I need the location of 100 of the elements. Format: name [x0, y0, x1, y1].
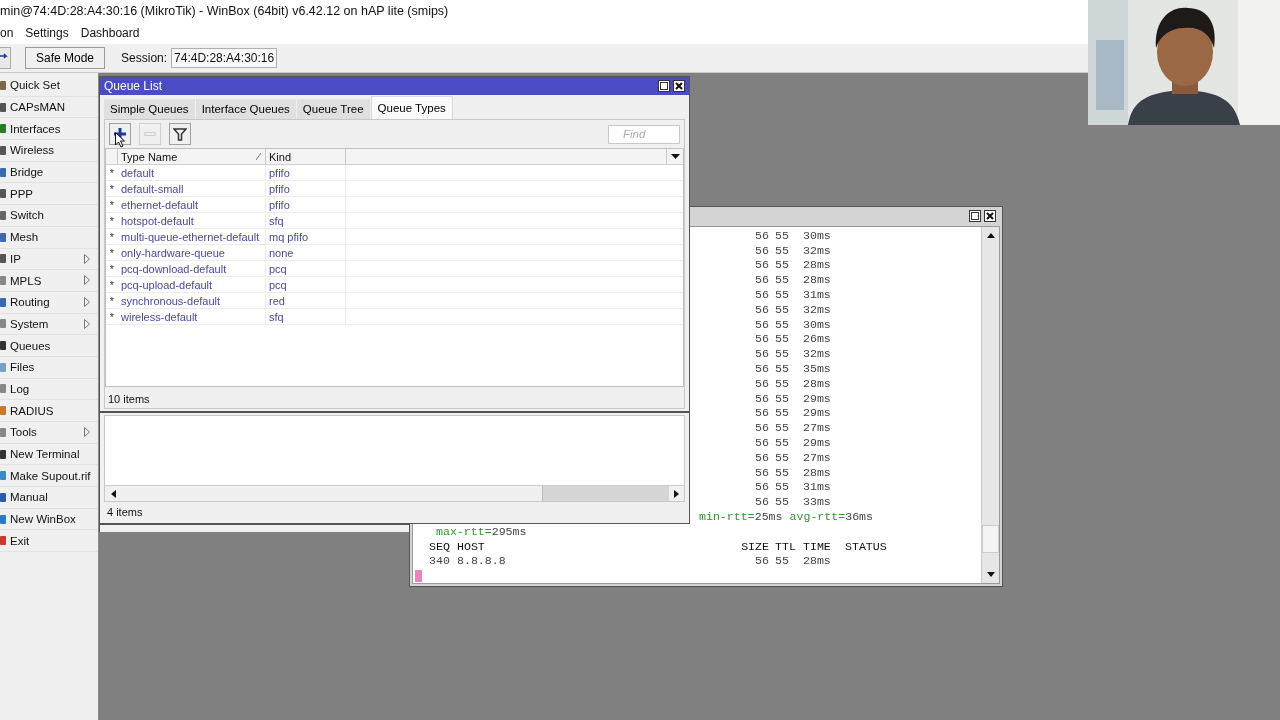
item-icon: [0, 513, 7, 525]
sidebar-item[interactable]: Interfaces: [0, 118, 98, 141]
maximize-button[interactable]: [969, 209, 981, 222]
find-field[interactable]: Find: [608, 124, 680, 144]
item-icon: [0, 209, 7, 221]
close-button[interactable]: [673, 80, 685, 92]
tab[interactable]: Interface Queues: [195, 99, 296, 119]
flag-label: *: [108, 293, 116, 308]
sidebar-item[interactable]: Switch: [0, 205, 98, 227]
sidebar-item[interactable]: Files: [0, 356, 98, 379]
horizontal-scrollbar[interactable]: [105, 485, 684, 501]
window-title: Queue List: [104, 79, 164, 93]
table-cell: mq pfifo: [266, 229, 346, 244]
sidebar-item[interactable]: PPP: [0, 183, 98, 206]
sidebar-item[interactable]: IP: [0, 248, 98, 271]
menu-item[interactable]: on: [0, 26, 14, 40]
scroll-thumb[interactable]: [542, 486, 669, 501]
sidebar-item[interactable]: Bridge: [0, 161, 98, 184]
item-icon: [0, 123, 7, 135]
item-icon: [0, 101, 7, 113]
item-icon: [0, 448, 7, 460]
table-cell: sfq: [266, 309, 346, 324]
item-icon: [0, 253, 7, 265]
session-label: Session:: [121, 51, 168, 65]
maximize-button[interactable]: [658, 80, 670, 92]
table-cell: pfifo: [266, 181, 346, 196]
table-cell: pfifo: [266, 197, 346, 212]
table-cell: pcq: [266, 277, 346, 292]
table-cell: hotspot-default: [118, 213, 266, 228]
scroll-up-icon[interactable]: [986, 231, 995, 238]
table-cell: sfq: [266, 213, 346, 228]
sidebar-item[interactable]: Make Supout.rif: [0, 465, 98, 488]
sidebar-item[interactable]: Mesh: [0, 226, 98, 249]
sidebar-item[interactable]: Wireless: [0, 140, 98, 162]
item-icon: [0, 296, 7, 308]
item-icon: [0, 491, 7, 503]
refresh-icon[interactable]: [0, 47, 11, 69]
text-cursor: [415, 569, 422, 582]
filter-button[interactable]: [169, 123, 191, 145]
item-count: 4 items: [106, 504, 144, 520]
flag-label: *: [108, 197, 116, 212]
tab[interactable]: Simple Queues: [104, 99, 195, 119]
column-header[interactable]: Type Name: [118, 149, 266, 164]
table-cell: pfifo: [266, 165, 346, 180]
flag-label: *: [108, 165, 116, 180]
table-cell: default-small: [118, 181, 266, 196]
sidebar-item[interactable]: New Terminal: [0, 443, 98, 466]
flag-label: *: [108, 277, 116, 292]
table-cell: synchronous-default: [118, 293, 266, 308]
sidebar-item[interactable]: Log: [0, 378, 98, 401]
safe-mode-button[interactable]: Safe Mode: [25, 47, 106, 69]
filter-icon: [173, 127, 187, 141]
sidebar-item[interactable]: New WinBox: [0, 508, 98, 531]
sidebar-item[interactable]: Exit: [0, 530, 98, 553]
item-icon: [0, 470, 7, 482]
table-cell: only-hardware-queue: [118, 245, 266, 260]
tab[interactable]: Queue Tree: [296, 99, 370, 119]
tab[interactable]: Queue Types: [370, 96, 453, 119]
vertical-scrollbar[interactable]: [981, 226, 999, 583]
sidebar-item[interactable]: RADIUS: [0, 400, 98, 422]
close-button[interactable]: [984, 209, 996, 222]
sidebar-item[interactable]: CAPsMAN: [0, 96, 98, 119]
item-icon: [0, 188, 7, 200]
scroll-thumb[interactable]: [982, 525, 999, 553]
scroll-down-icon[interactable]: [986, 572, 995, 578]
flag-label: *: [108, 213, 116, 228]
session-field[interactable]: 74:4D:28:A4:30:16: [171, 48, 278, 68]
item-icon: [0, 535, 7, 547]
sidebar-item[interactable]: Quick Set: [0, 75, 98, 97]
sidebar-item[interactable]: Tools: [0, 422, 98, 444]
item-icon: [0, 166, 7, 178]
table-cell: ethernet-default: [118, 197, 266, 212]
item-icon: [0, 405, 7, 417]
flag-label: *: [108, 229, 116, 244]
sidebar-item[interactable]: MPLS: [0, 270, 98, 292]
window-title: min@74:4D:28:A4:30:16 (MikroTik) - WinBox (64bit) v6.42.12 on hAP lite (smips): [0, 4, 449, 18]
table-cell: multi-queue-ethernet-default: [118, 229, 266, 244]
sort-icon: [256, 153, 261, 160]
scroll-left-icon[interactable]: [109, 489, 116, 498]
flag-label: *: [108, 309, 116, 324]
table-cell: default: [118, 165, 266, 180]
sidebar-item[interactable]: System: [0, 313, 98, 336]
table-cell: pcq-download-default: [118, 261, 266, 276]
sidebar-item[interactable]: Routing: [0, 291, 98, 314]
menu-item[interactable]: Dashboard: [80, 26, 140, 40]
flag-label: *: [108, 181, 116, 196]
item-icon: [0, 231, 7, 243]
table-cell: red: [266, 293, 346, 308]
item-count: 10 items: [107, 391, 151, 407]
sidebar-item[interactable]: Manual: [0, 487, 98, 509]
sidebar-item[interactable]: Queues: [0, 335, 98, 357]
item-icon: [0, 79, 7, 91]
column-header[interactable]: Kind: [266, 149, 346, 164]
item-icon: [0, 361, 7, 373]
menu-item[interactable]: Settings: [25, 26, 69, 40]
table-cell: none: [266, 245, 346, 260]
flag-label: *: [108, 261, 116, 276]
scroll-right-icon[interactable]: [673, 489, 680, 498]
item-icon: [0, 144, 7, 156]
table-cell: pcq: [266, 261, 346, 276]
